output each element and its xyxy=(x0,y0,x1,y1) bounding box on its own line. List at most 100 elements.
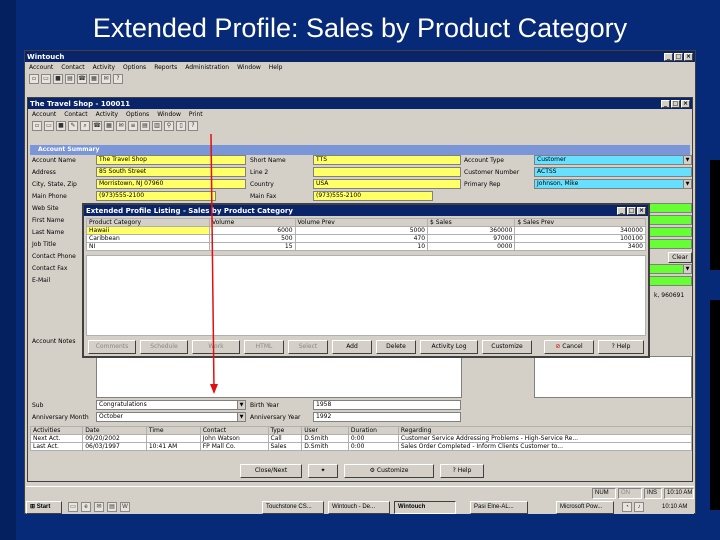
anniversary-year-field[interactable]: 1992 xyxy=(313,412,461,422)
sub-select[interactable]: Congratulations ▼ xyxy=(96,400,246,410)
find-icon[interactable]: ⌕ xyxy=(80,121,90,131)
table-row[interactable]: Last Act. 06/03/1997 10:41 AM FP Mall Co… xyxy=(29,442,693,451)
column-header[interactable]: Date xyxy=(82,426,147,435)
child-maximize-button[interactable]: □ xyxy=(671,99,680,108)
new-icon[interactable]: ▫ xyxy=(32,121,42,131)
menu-contact[interactable]: Contact xyxy=(61,64,84,71)
customize-button[interactable]: ⚙ Customize xyxy=(344,464,434,478)
dialog-maximize-button[interactable]: □ xyxy=(627,206,636,215)
table-row[interactable]: NI 15 10 0000 3400 xyxy=(86,242,646,251)
mail-icon[interactable]: ✉ xyxy=(94,502,104,512)
table-row[interactable]: Next Act. 09/20/2002 John Watson Call D.… xyxy=(29,434,693,443)
minimize-button[interactable]: _ xyxy=(664,52,673,61)
edit-icon[interactable]: ✎ xyxy=(68,121,78,131)
extended-profile-icon[interactable]: ▥ xyxy=(152,121,162,131)
child-menu-contact[interactable]: Contact xyxy=(64,111,87,118)
short-name-field[interactable]: TTS xyxy=(313,155,461,165)
column-header[interactable]: Volume Prev xyxy=(294,218,429,227)
main-phone-field[interactable]: (973)555-2100 xyxy=(96,191,216,201)
clear-button[interactable]: Clear xyxy=(668,252,692,263)
report-icon[interactable]: ▤ xyxy=(140,121,150,131)
start-button[interactable]: ⊞ Start xyxy=(26,501,62,514)
child-minimize-button[interactable]: _ xyxy=(661,99,670,108)
comments-button[interactable]: Comments xyxy=(88,340,136,354)
notes-area-right[interactable] xyxy=(534,356,692,398)
chevron-down-icon[interactable]: ▼ xyxy=(237,401,245,409)
wand-button[interactable]: ✦ xyxy=(308,464,338,478)
menu-reports[interactable]: Reports xyxy=(154,64,177,71)
customer-number-field[interactable]: ACTSS xyxy=(534,167,692,177)
customize-dialog-button[interactable]: Customize xyxy=(482,340,532,354)
explorer-icon[interactable]: ▤ xyxy=(107,502,117,512)
child-menu-account[interactable]: Account xyxy=(32,111,56,118)
cancel-button[interactable]: ⊘ Cancel xyxy=(544,340,594,354)
menu-activity[interactable]: Activity xyxy=(93,64,115,71)
dialog-close-button[interactable]: × xyxy=(637,206,646,215)
account-name-field[interactable]: The Travel Shop xyxy=(96,155,246,165)
city-field[interactable]: Morristown, NJ 07960 xyxy=(96,179,246,189)
desktop-icon[interactable]: ▭ xyxy=(68,502,78,512)
task-touchstone[interactable]: Touchstone CS... xyxy=(262,501,324,514)
column-header[interactable]: Regarding xyxy=(397,426,693,435)
new-icon[interactable]: ▫ xyxy=(29,74,39,84)
account-type-select[interactable]: Customer ▼ xyxy=(534,155,692,165)
task-pasi[interactable]: Pasi Elne-AL... xyxy=(470,501,528,514)
notes-area[interactable] xyxy=(96,356,462,398)
add-button[interactable]: Add xyxy=(332,340,372,354)
column-header[interactable]: Product Category xyxy=(86,218,210,227)
main-fax-field[interactable]: (973)555-2100 xyxy=(313,191,433,201)
close-button[interactable]: × xyxy=(684,52,693,61)
save-icon[interactable]: ■ xyxy=(56,121,66,131)
address-field[interactable]: 85 South Street xyxy=(96,167,246,177)
browser-icon[interactable]: e xyxy=(81,502,91,512)
help-icon[interactable]: ? xyxy=(188,121,198,131)
phone-icon[interactable]: ☎ xyxy=(92,121,102,131)
task-powerpoint[interactable]: Microsoft Pow... xyxy=(556,501,614,514)
column-header[interactable]: $ Sales Prev xyxy=(514,218,646,227)
menu-account[interactable]: Account xyxy=(29,64,53,71)
mail-icon[interactable]: ✉ xyxy=(116,121,126,131)
menu-administration[interactable]: Administration xyxy=(185,64,229,71)
child-menu-activity[interactable]: Activity xyxy=(96,111,118,118)
chevron-down-icon[interactable]: ▼ xyxy=(683,180,691,188)
html-button[interactable]: HTML xyxy=(244,340,284,354)
table-row[interactable]: Hawaii 6000 5000 360000 340000 xyxy=(86,226,646,235)
calendar-icon[interactable]: ▦ xyxy=(89,74,99,84)
speaker-icon[interactable]: ♪ xyxy=(634,502,644,512)
task-wintouch-active[interactable]: Wintouch xyxy=(394,501,456,514)
print-icon[interactable]: ▤ xyxy=(65,74,75,84)
menu-options[interactable]: Options xyxy=(123,64,146,71)
open-icon[interactable]: ▭ xyxy=(41,74,51,84)
child-menu-options[interactable]: Options xyxy=(126,111,149,118)
column-header[interactable]: $ Sales xyxy=(427,218,516,227)
select-button[interactable]: Select xyxy=(288,340,328,354)
column-header[interactable]: User xyxy=(301,426,349,435)
notes-icon[interactable]: ≡ xyxy=(128,121,138,131)
column-header[interactable]: Duration xyxy=(347,426,399,435)
column-header[interactable]: Contact xyxy=(199,426,269,435)
birth-year-field[interactable]: 1958 xyxy=(313,400,461,410)
activity-log-button[interactable]: Activity Log xyxy=(420,340,478,354)
word-icon[interactable]: W xyxy=(120,502,130,512)
column-header[interactable]: Time xyxy=(145,426,201,435)
chevron-down-icon[interactable]: ▼ xyxy=(237,413,245,421)
schedule-button[interactable]: Schedule xyxy=(140,340,188,354)
link-icon[interactable]: ⚲ xyxy=(164,121,174,131)
table-cell[interactable]: Hawaii xyxy=(86,226,210,235)
chevron-down-icon[interactable]: ▼ xyxy=(683,265,691,273)
doc-icon[interactable]: ▯ xyxy=(176,121,186,131)
column-header[interactable]: Activities xyxy=(29,426,84,435)
open-icon[interactable]: ▭ xyxy=(44,121,54,131)
chevron-down-icon[interactable]: ▼ xyxy=(683,156,691,164)
calendar-icon[interactable]: ▦ xyxy=(104,121,114,131)
help-icon[interactable]: ? xyxy=(113,74,123,84)
delete-button[interactable]: Delete xyxy=(376,340,416,354)
tray-icon[interactable]: ◔ xyxy=(622,502,632,512)
column-header[interactable]: Volume xyxy=(208,218,296,227)
column-header[interactable]: Type xyxy=(267,426,303,435)
maximize-button[interactable]: □ xyxy=(674,52,683,61)
task-wintouch-de[interactable]: Wintouch - De... xyxy=(328,501,390,514)
primary-rep-select[interactable]: Johnson, Mike ▼ xyxy=(534,179,692,189)
phone-icon[interactable]: ☎ xyxy=(77,74,87,84)
table-row[interactable]: Caribbean 500 470 97000 100100 xyxy=(86,234,646,243)
